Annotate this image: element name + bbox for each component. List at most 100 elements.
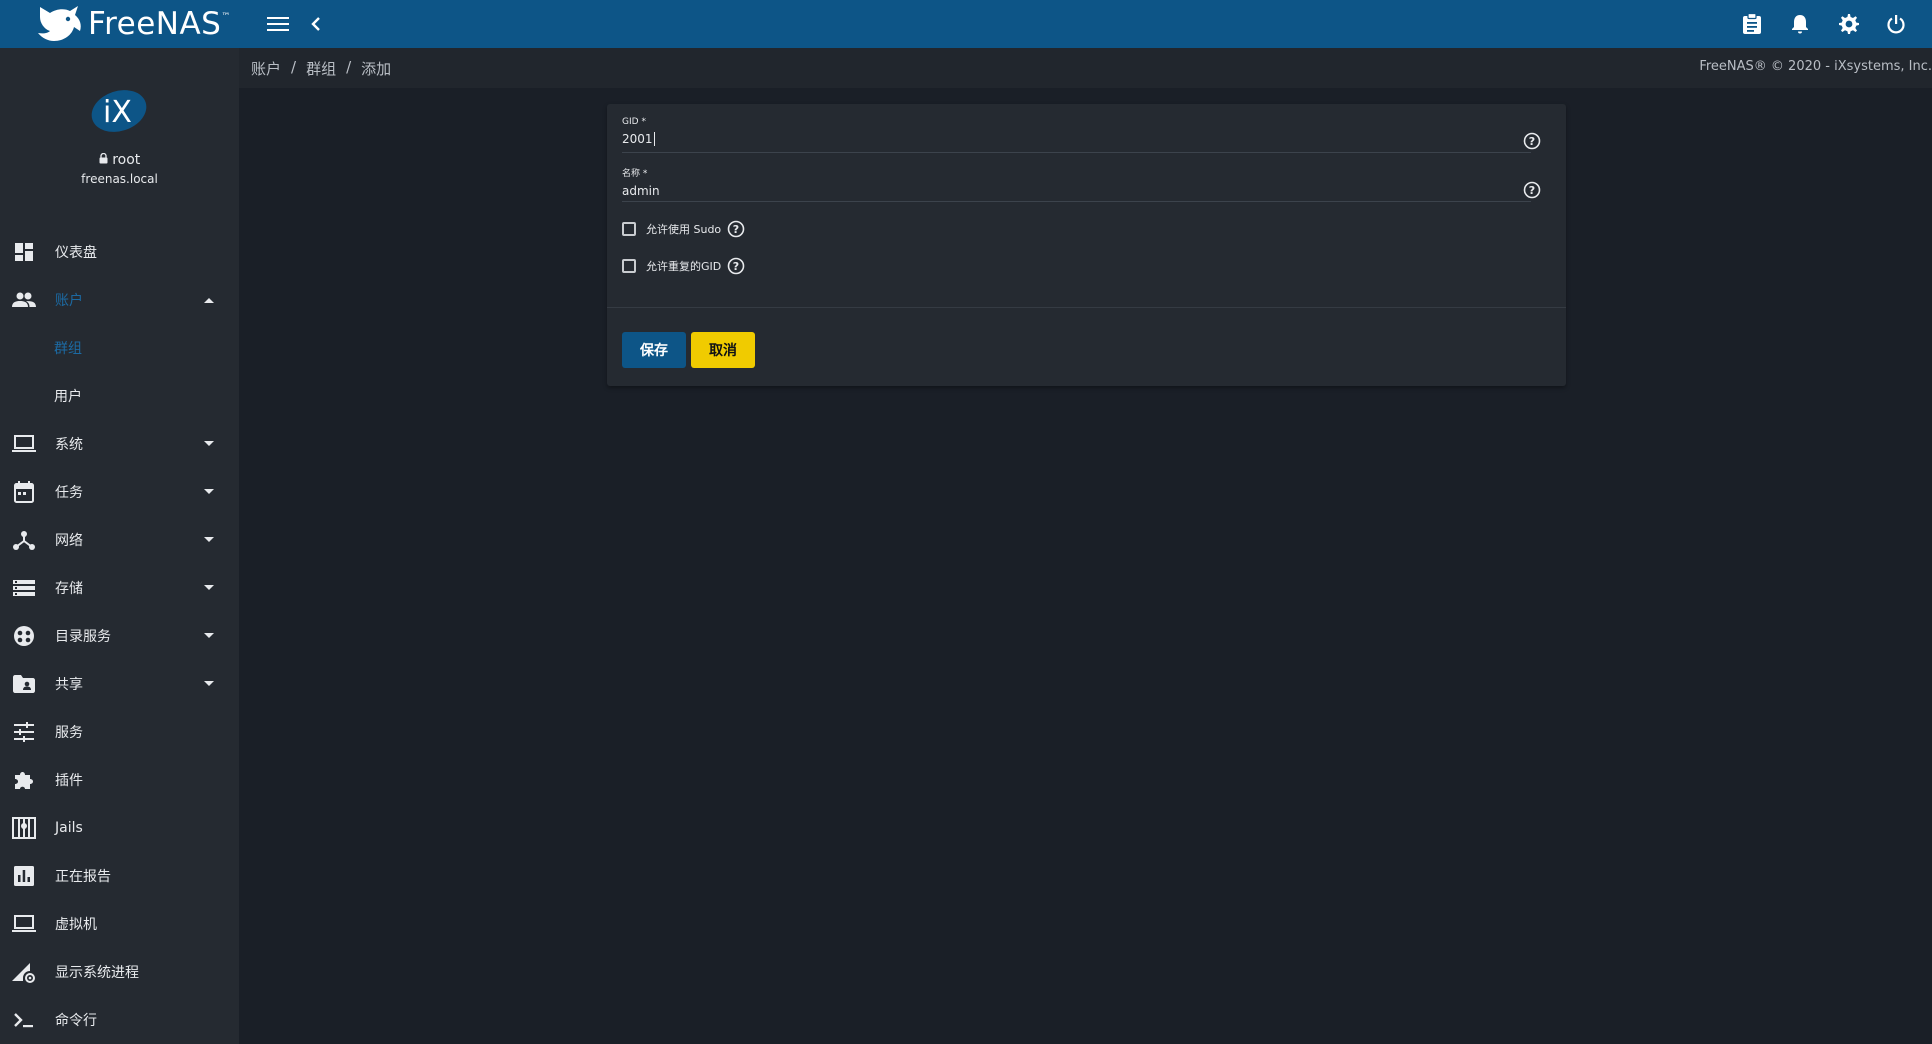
allow-duplicate-gid-help-icon[interactable]: ?	[727, 257, 745, 275]
nav-label: 任务	[55, 485, 83, 501]
nav-label: 命令行	[55, 1013, 97, 1029]
allow-sudo-help-icon[interactable]: ?	[727, 220, 745, 238]
nav-label: 服务	[55, 725, 83, 741]
settings-signal-icon	[12, 960, 36, 984]
nav-label: 用户	[54, 389, 82, 405]
nav-groups[interactable]: 群组	[0, 324, 239, 372]
breadcrumb-separator: /	[291, 58, 297, 76]
breadcrumb-bar: 账户 / 群组 / 添加 FreeNAS® © 2020 - iXsystems…	[239, 48, 1932, 88]
calendar-icon	[12, 480, 36, 504]
name-help-icon[interactable]: ?	[1523, 181, 1541, 199]
nav-label: 存储	[55, 581, 83, 597]
brand-name: FreeNAS™	[88, 6, 231, 42]
laptop-icon	[12, 912, 36, 936]
user-profile: iX root freenas.local	[0, 48, 239, 196]
caret-down-icon	[204, 489, 214, 494]
power-icon	[1887, 15, 1905, 34]
puzzle-icon	[12, 768, 36, 792]
sidebar: iX root freenas.local 仪表盘 账户 群组 用户 系统 任务…	[0, 48, 239, 1044]
menu-toggle-button[interactable]	[264, 12, 292, 36]
name-label: 名称 *	[622, 169, 648, 179]
caret-up-icon	[204, 298, 214, 303]
hamburger-menu-icon	[267, 17, 289, 31]
allow-sudo-label: 允许使用 Sudo	[646, 223, 722, 236]
svg-text:?: ?	[733, 260, 739, 273]
shark-logo-icon	[38, 6, 81, 41]
breadcrumb: 账户 / 群组 / 添加	[251, 58, 391, 79]
name-underline	[622, 201, 1531, 202]
ixsystems-logo-icon: iX	[91, 90, 147, 132]
folder-shared-icon	[12, 672, 36, 696]
caret-down-icon	[204, 585, 214, 590]
nav-label: 共享	[55, 677, 83, 693]
host-name: freenas.local	[81, 172, 158, 186]
nav-label: 仪表盘	[55, 245, 97, 261]
caret-down-icon	[204, 537, 214, 542]
caret-down-icon	[204, 633, 214, 638]
dashboard-icon	[12, 240, 36, 264]
allow-duplicate-gid-checkbox[interactable]	[622, 259, 636, 273]
allow-sudo-row: 允许使用 Sudo ?	[622, 220, 745, 238]
nav-accounts[interactable]: 账户	[0, 276, 239, 324]
nav-label: 系统	[55, 437, 83, 453]
nav-services[interactable]: 服务	[0, 708, 239, 756]
nav-storage[interactable]: 存储	[0, 564, 239, 612]
allow-sudo-checkbox[interactable]	[622, 222, 636, 236]
nav-label: 插件	[55, 773, 83, 789]
nav-label: 虚拟机	[55, 917, 97, 933]
nav-users[interactable]: 用户	[0, 372, 239, 420]
power-button[interactable]	[1882, 12, 1910, 36]
form-divider	[607, 307, 1566, 308]
settings-button[interactable]	[1834, 12, 1862, 36]
chevron-left-icon	[311, 17, 320, 31]
nav-label: 网络	[55, 533, 83, 549]
gid-help-icon[interactable]: ?	[1523, 132, 1541, 150]
task-manager-button[interactable]	[1738, 12, 1766, 36]
nav-virtual-machines[interactable]: 虚拟机	[0, 900, 239, 948]
gid-input[interactable]: 2001	[622, 132, 1531, 146]
svg-text:?: ?	[733, 223, 739, 236]
gid-field[interactable]: GID * 2001	[622, 117, 1531, 146]
clipboard-icon	[1743, 13, 1761, 34]
add-group-form: GID * 2001 ? 名称 * admin ? 允许使用 Sudo ? 允许…	[607, 104, 1566, 386]
nav-label: 目录服务	[55, 629, 111, 645]
save-button[interactable]: 保存	[622, 332, 686, 368]
caret-down-icon	[204, 441, 214, 446]
nav-label: Jails	[55, 820, 83, 836]
nav-plugins[interactable]: 插件	[0, 756, 239, 804]
nav-shell[interactable]: 命令行	[0, 996, 239, 1044]
nav-reporting[interactable]: 正在报告	[0, 852, 239, 900]
network-icon	[12, 528, 36, 552]
nav-label: 显示系统进程	[55, 965, 139, 981]
name-field[interactable]: 名称 * admin	[622, 166, 1531, 198]
notifications-button[interactable]	[1786, 12, 1814, 36]
allow-duplicate-gid-label: 允许重复的GID	[646, 260, 722, 273]
allow-duplicate-gid-row: 允许重复的GID ?	[622, 257, 745, 275]
nav-jails[interactable]: Jails	[0, 804, 239, 852]
top-bar: FreeNAS™	[0, 0, 1932, 48]
nav-system-processes[interactable]: 显示系统进程	[0, 948, 239, 996]
breadcrumb-accounts[interactable]: 账户	[251, 58, 281, 79]
gid-underline	[622, 152, 1531, 153]
svg-text:?: ?	[1529, 135, 1535, 148]
nav-dashboard[interactable]: 仪表盘	[0, 228, 239, 276]
nav-tasks[interactable]: 任务	[0, 468, 239, 516]
nav-directory-services[interactable]: 目录服务	[0, 612, 239, 660]
nav-sharing[interactable]: 共享	[0, 660, 239, 708]
gear-icon	[1839, 14, 1859, 34]
nav-network[interactable]: 网络	[0, 516, 239, 564]
chart-icon	[12, 864, 36, 888]
nav-label: 正在报告	[55, 869, 111, 885]
nav-system[interactable]: 系统	[0, 420, 239, 468]
svg-text:?: ?	[1529, 184, 1535, 197]
caret-down-icon	[204, 681, 214, 686]
name-input[interactable]: admin	[622, 184, 1531, 198]
breadcrumb-groups[interactable]: 群组	[306, 58, 336, 79]
jail-icon	[12, 816, 36, 840]
nav-label: 账户	[55, 293, 83, 309]
collapse-sidebar-button[interactable]	[302, 12, 330, 36]
tune-icon	[12, 720, 36, 744]
cancel-button[interactable]: 取消	[691, 332, 755, 368]
terminal-icon	[12, 1008, 36, 1032]
freenas-logo[interactable]: FreeNAS™	[34, 3, 231, 45]
